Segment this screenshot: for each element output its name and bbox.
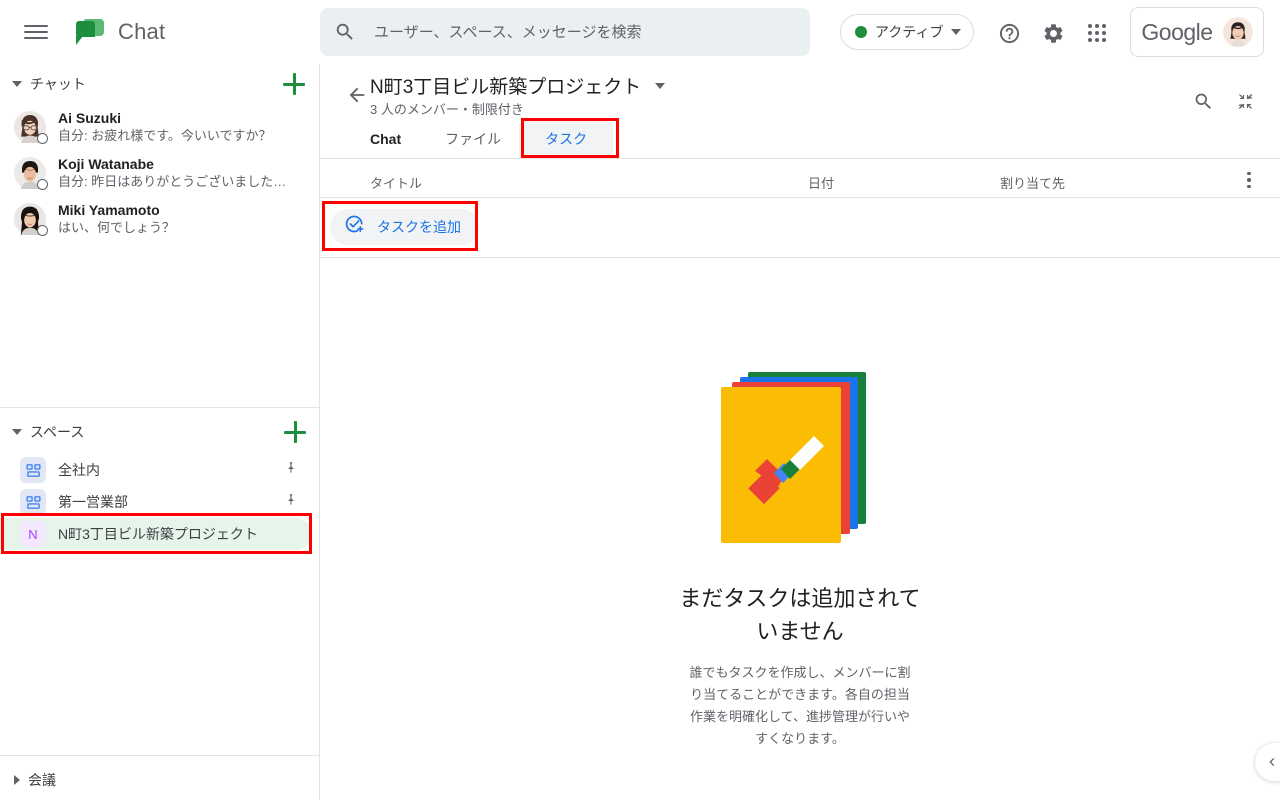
dm-snippet: 自分: お疲れ様です。今いいですか？ [58,128,272,143]
presence-badge-offline [37,225,48,236]
sidebar: チャット Ai Suzuki 自分: お疲れ様です。今いいですか？ Koji W… [0,64,320,800]
hamburger-menu-icon[interactable] [24,20,48,44]
check-plus-icon [344,214,365,240]
status-label: アクティブ [875,24,944,40]
dm-name: Miki Yamamoto [58,202,160,218]
sidebar-space-n-project[interactable]: N N町3丁目ビル新築プロジェクト [0,518,312,550]
space-label: 第一営業部 [58,494,128,510]
sidebar-section-chat-title: チャット [30,76,86,92]
empty-state-body: 誰でもタスクを作成し、メンバーに割り当てることができます。各自の担当作業を明確化… [689,665,911,746]
chevron-down-icon[interactable] [655,82,666,89]
search-icon [334,21,356,43]
pin-icon[interactable] [284,493,298,512]
avatar [14,111,48,144]
sidebar-section-chat-header[interactable]: チャット [0,64,319,104]
sidebar-dm-ai-suzuki[interactable]: Ai Suzuki 自分: お疲れ様です。今いいですか？ [0,104,319,150]
help-icon[interactable] [992,16,1026,50]
back-arrow-icon[interactable] [346,84,368,111]
search-icon[interactable] [1186,84,1220,118]
group-space-icon [20,457,46,483]
sidebar-divider-meet [0,755,320,756]
letter-space-icon: N [20,521,46,547]
dm-snippet: はい、何でしょう？ [58,220,176,235]
triangle-down-icon [12,429,22,435]
status-dot-icon [855,26,867,38]
space-tabs: Chat ファイル タスク [370,120,614,158]
panel-collapse-button[interactable] [1254,742,1280,782]
space-subtitle: 3 人のメンバー・制限付き [370,102,524,117]
tab-files[interactable]: ファイル [427,120,519,158]
task-cards-checkmark-illustration [700,364,900,554]
sidebar-divider [0,407,320,408]
collapse-icon[interactable] [1228,84,1262,118]
new-chat-button[interactable] [283,73,305,95]
sidebar-dm-miki-yamamoto[interactable]: Miki Yamamoto はい、何でしょう？ [0,196,319,242]
presence-badge-offline [37,133,48,144]
table-divider-bottom [320,257,1280,258]
sidebar-space-daiichi-eigyobu[interactable]: 第一営業部 [0,486,312,518]
add-task-label: タスクを追加 [377,219,461,235]
sidebar-section-meet-title: 会議 [28,772,56,788]
triangle-right-icon [14,775,20,785]
dm-text-block: Miki Yamamoto はい、何でしょう？ [58,202,305,236]
column-header-date: 日付 [808,176,835,191]
space-label: N町3丁目ビル新築プロジェクト [58,526,258,542]
empty-state: まだタスクは追加されていません 誰でもタスクを作成し、メンバーに割り当てることが… [320,364,1280,750]
tab-chat[interactable]: Chat [370,120,427,158]
pin-icon[interactable] [284,461,298,480]
new-space-button[interactable] [284,421,306,443]
gear-icon[interactable] [1036,16,1070,50]
google-wordmark: Google [1141,18,1213,45]
triangle-down-icon [12,81,22,87]
avatar [14,203,48,236]
top-app-bar: Chat アクティブ Google [0,0,1280,64]
header-actions [1186,84,1262,118]
dm-name: Koji Watanabe [58,156,154,172]
dm-name: Ai Suzuki [58,110,122,126]
dm-snippet: 自分: 昨日はありがとうございました… [58,174,287,189]
column-header-title: タイトル [370,176,423,191]
add-task-button[interactable]: タスクを追加 [330,209,479,245]
space-label: 全社内 [58,462,100,478]
card-yellow [721,387,841,543]
group-space-icon [20,489,46,515]
top-bar-icons [992,16,1114,50]
tab-tasks[interactable]: タスク [519,120,614,158]
sidebar-dm-koji-watanabe[interactable]: Koji Watanabe 自分: 昨日はありがとうございました… [0,150,319,196]
dm-text-block: Koji Watanabe 自分: 昨日はありがとうございました… [58,156,305,190]
chevron-down-icon [951,29,962,35]
google-chat-logo-icon [76,18,106,46]
avatar [14,157,48,190]
google-chat-window: Chat アクティブ Google [0,0,1280,800]
main-panel: N町3丁目ビル新築プロジェクト 3 人のメンバー・制限付き Chat ファイル … [320,64,1280,800]
presence-badge-offline [37,179,48,190]
sidebar-space-zensyanai[interactable]: 全社内 [0,454,312,486]
sidebar-section-meet-header[interactable]: 会議 [0,760,320,800]
brand: Chat [76,18,166,46]
search-bar[interactable] [320,8,810,56]
sidebar-section-spaces-header[interactable]: スペース [0,412,320,452]
space-header: N町3丁目ビル新築プロジェクト 3 人のメンバー・制限付き Chat ファイル … [320,64,1280,159]
apps-grid-icon[interactable] [1080,16,1114,50]
table-divider-top [320,197,1280,198]
search-input[interactable] [374,23,796,41]
chevron-left-icon [1269,758,1275,766]
column-header-assignee: 割り当て先 [1000,176,1066,191]
more-vert-icon[interactable] [1236,167,1262,193]
status-chip[interactable]: アクティブ [840,14,975,50]
empty-state-title: まだタスクは追加されていません [679,586,921,644]
dm-text-block: Ai Suzuki 自分: お疲れ様です。今いいですか？ [58,110,305,144]
account-avatar[interactable] [1222,17,1253,47]
app-title: Chat [118,19,166,44]
account-button[interactable]: Google [1130,7,1264,57]
sidebar-section-spaces-title: スペース [30,424,85,440]
space-title-button[interactable]: N町3丁目ビル新築プロジェクト [370,72,666,99]
page-title: N町3丁目ビル新築プロジェクト [370,77,642,98]
checkmark-icon [748,436,824,504]
